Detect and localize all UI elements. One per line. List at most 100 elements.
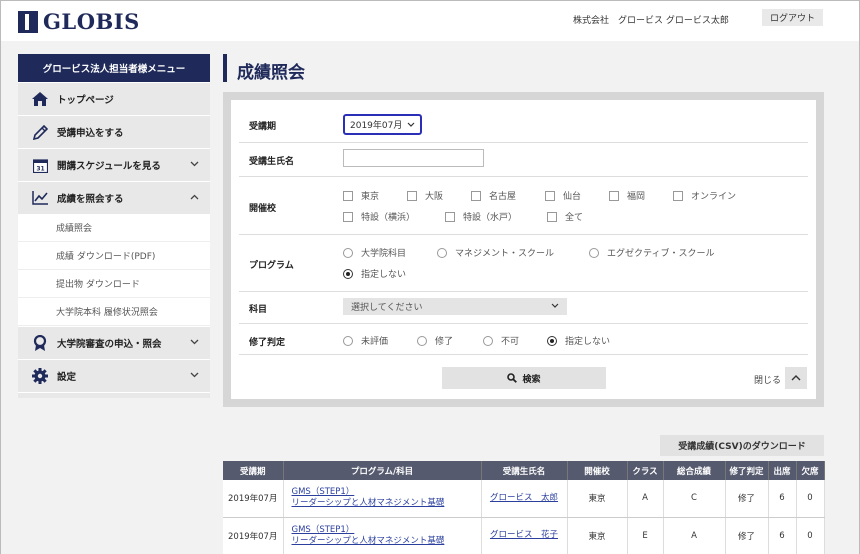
column-header[interactable]: 修了判定 xyxy=(725,461,769,480)
table-header-row: 受講期 プログラム/科目 受講生氏名 開催校 クラス 総合成績 修了判定 出席 … xyxy=(223,461,825,480)
column-header[interactable]: 受講期 xyxy=(223,461,284,480)
sidebar-item-graduate-review[interactable]: 大学院審査の申込・照会 xyxy=(18,326,210,359)
sidebar-item-top-page[interactable]: トップページ xyxy=(18,82,210,115)
chevron-down-icon xyxy=(190,339,199,345)
submenu-item-course-status[interactable]: 大学院本科 履修状況照会 xyxy=(18,298,210,326)
campus-checkbox-sendai[interactable]: 仙台 xyxy=(545,189,581,202)
checkbox-box xyxy=(407,190,417,201)
program-radio-graduate[interactable]: 大学院科目 xyxy=(343,246,406,259)
campus-checkbox-tokyo[interactable]: 東京 xyxy=(343,189,379,202)
program-radio-unspecified[interactable]: 指定しない xyxy=(343,267,406,280)
checkbox-box xyxy=(471,190,481,201)
completion-radio-completed[interactable]: 修了 xyxy=(417,334,453,347)
student-name-link[interactable]: グロービス 花子 xyxy=(490,530,558,540)
sidebar-item-grades[interactable]: 成績を照会する xyxy=(18,181,210,214)
csv-download-button[interactable]: 受講成績(CSV)のダウンロード xyxy=(660,435,824,456)
search-button[interactable]: 検索 xyxy=(442,367,606,389)
campus-checkbox-nagoya[interactable]: 名古屋 xyxy=(471,189,516,202)
column-header[interactable]: 欠席 xyxy=(796,461,825,480)
chevron-up-icon xyxy=(190,194,199,200)
chevron-down-icon xyxy=(190,372,199,378)
search-form: 受講期 2019年07月 受講生氏名 開催校 東京 大阪 名古屋 仙台 福岡 オ… xyxy=(231,100,816,399)
grades-submenu: 成績照会 成績 ダウンロード(PDF) 提出物 ダウンロード 大学院本科 履修状… xyxy=(18,214,210,326)
checkbox-box xyxy=(609,190,619,201)
cell-campus: 東京 xyxy=(567,517,628,554)
submenu-item-grade-inquiry[interactable]: 成績照会 xyxy=(18,214,210,242)
completion-row: 修了判定 未評価 修了 不可 指定しない xyxy=(239,324,808,355)
chevron-up-icon xyxy=(791,375,801,381)
period-row: 受講期 2019年07月 xyxy=(239,100,808,143)
cell-completion: 修了 xyxy=(725,517,769,554)
search-button-label: 検索 xyxy=(522,374,541,385)
sidebar-item-label: 大学院審査の申込・照会 xyxy=(57,339,162,350)
gear-icon xyxy=(32,368,48,384)
globis-logo[interactable]: GLOBIS xyxy=(18,9,140,34)
period-select-value: 2019年07月 xyxy=(350,121,403,131)
logo-text: GLOBIS xyxy=(43,9,140,34)
campus-checkbox-online[interactable]: オンライン xyxy=(673,189,736,202)
campus-checkbox-mito[interactable]: 特設（水戸） xyxy=(445,210,517,223)
student-name-input[interactable] xyxy=(343,149,484,167)
submenu-item-grade-download-pdf[interactable]: 成績 ダウンロード(PDF) xyxy=(18,242,210,270)
pencil-icon xyxy=(32,124,48,140)
chevron-down-icon xyxy=(551,303,559,308)
campus-checkbox-yokohama[interactable]: 特設（横浜） xyxy=(343,210,415,223)
subject-select[interactable]: 選択してください xyxy=(343,298,567,315)
cell-attendance: 6 xyxy=(768,480,797,518)
checkbox-box xyxy=(343,211,353,222)
column-header[interactable]: プログラム/科目 xyxy=(283,461,482,480)
sidebar-item-settings[interactable]: 設定 xyxy=(18,359,210,392)
logout-button[interactable]: ログアウト xyxy=(762,9,823,26)
cell-grade: A xyxy=(663,517,726,554)
program-radio-executive[interactable]: エグゼクティブ・スクール xyxy=(589,246,714,259)
sidebar-item-label: 受講申込をする xyxy=(57,128,124,139)
cell-grade: C xyxy=(663,480,726,518)
page-title: 成績照会 xyxy=(237,63,305,83)
collapse-form-button[interactable] xyxy=(785,367,807,389)
period-select[interactable]: 2019年07月 xyxy=(343,114,422,135)
sidebar-title: グロービス法人担当者様メニュー xyxy=(18,54,210,82)
completion-radio-failed[interactable]: 不可 xyxy=(483,334,519,347)
cell-attendance: 6 xyxy=(768,517,797,554)
cell-campus: 東京 xyxy=(567,480,628,518)
campus-checkbox-all[interactable]: 全て xyxy=(547,210,583,223)
sidebar-item-apply[interactable]: 受講申込をする xyxy=(18,115,210,148)
cell-program-subject: GMS（STEP1） リーダーシップと人材マネジメント基礎 xyxy=(283,480,482,518)
program-link[interactable]: GMS（STEP1） リーダーシップと人材マネジメント基礎 xyxy=(292,525,481,547)
program-radio-management[interactable]: マネジメント・スクール xyxy=(437,246,554,259)
student-name-link[interactable]: グロービス 太郎 xyxy=(490,493,558,503)
sidebar-menu: グロービス法人担当者様メニュー トップページ 受講申込をする 31 開講スケジュ… xyxy=(18,54,210,398)
column-header[interactable]: 総合成績 xyxy=(663,461,726,480)
cell-class: A xyxy=(627,480,664,518)
sidebar-item-label: トップページ xyxy=(57,95,114,106)
completion-radio-unrated[interactable]: 未評価 xyxy=(343,334,388,347)
checkbox-box xyxy=(673,190,683,201)
program-link[interactable]: GMS（STEP1） リーダーシップと人材マネジメント基礎 xyxy=(292,487,481,509)
sidebar-item-schedule[interactable]: 31 開講スケジュールを見る xyxy=(18,148,210,181)
search-form-panel: 受講期 2019年07月 受講生氏名 開催校 東京 大阪 名古屋 仙台 福岡 オ… xyxy=(223,92,824,407)
svg-text:31: 31 xyxy=(36,165,44,172)
completion-radio-unspecified[interactable]: 指定しない xyxy=(547,334,610,347)
checkbox-box xyxy=(547,211,557,222)
chevron-down-icon xyxy=(407,122,415,127)
subject-row: 科目 選択してください xyxy=(239,292,808,324)
column-header[interactable]: 出席 xyxy=(768,461,797,480)
checkbox-box xyxy=(445,211,455,222)
campus-checkbox-osaka[interactable]: 大阪 xyxy=(407,189,443,202)
logo-emblem-icon xyxy=(18,10,38,33)
results-table: 受講期 プログラム/科目 受講生氏名 開催校 クラス 総合成績 修了判定 出席 … xyxy=(223,461,825,554)
submenu-item-submission-download[interactable]: 提出物 ダウンロード xyxy=(18,270,210,298)
award-icon xyxy=(32,335,48,351)
period-label: 受講期 xyxy=(249,122,277,132)
column-header[interactable]: 受講生氏名 xyxy=(481,461,568,480)
chart-icon xyxy=(32,190,48,206)
column-header[interactable]: 開催校 xyxy=(567,461,628,480)
campus-checkbox-fukuoka[interactable]: 福岡 xyxy=(609,189,645,202)
checkbox-box xyxy=(343,190,353,201)
cell-program-subject: GMS（STEP1） リーダーシップと人材マネジメント基礎 xyxy=(283,517,482,554)
radio-circle-checked xyxy=(343,268,353,279)
column-header[interactable]: クラス xyxy=(627,461,664,480)
close-label[interactable]: 閉じる xyxy=(754,373,781,386)
company-user-name: 株式会社 グロービス グロービス太郎 xyxy=(573,16,729,26)
radio-circle-checked xyxy=(547,335,557,346)
